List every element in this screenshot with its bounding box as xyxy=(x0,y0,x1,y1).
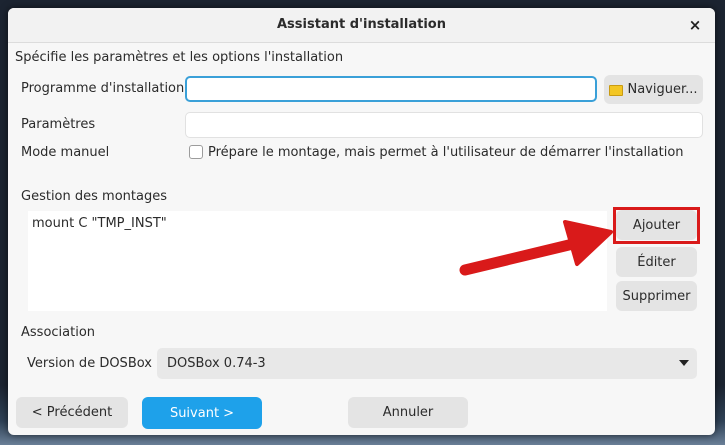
folder-icon xyxy=(609,85,624,96)
browse-button[interactable]: Naviguer... xyxy=(604,75,703,104)
next-button[interactable]: Suivant > xyxy=(142,397,262,429)
close-icon[interactable]: × xyxy=(685,15,705,35)
dialog-title: Assistant d'installation xyxy=(277,17,446,32)
dialog-subtitle: Spécifie les paramètres et les options l… xyxy=(15,50,344,65)
installation-assistant-dialog: Assistant d'installation × Spécifie les … xyxy=(8,8,715,435)
cancel-button-label: Annuler xyxy=(382,405,434,420)
title-bar: Assistant d'installation × xyxy=(8,8,715,43)
manual-mode-description[interactable]: Prépare le montage, mais permet à l'util… xyxy=(208,145,684,160)
cancel-button[interactable]: Annuler xyxy=(348,397,468,428)
manual-mode-checkbox[interactable] xyxy=(189,145,203,159)
next-button-label: Suivant > xyxy=(169,405,235,421)
manual-mode-label: Mode manuel xyxy=(21,145,110,160)
previous-button[interactable]: < Précédent xyxy=(16,397,128,428)
installer-label: Programme d'installation xyxy=(21,81,185,96)
dosbox-version-value: DOSBox 0.74-3 xyxy=(167,356,266,371)
browse-button-label: Naviguer... xyxy=(627,82,698,97)
mounts-section-label: Gestion des montages xyxy=(21,189,167,204)
annotation-highlight-box xyxy=(613,207,700,244)
dosbox-version-select[interactable]: DOSBox 0.74-3 xyxy=(157,348,697,379)
installer-input[interactable] xyxy=(185,76,597,102)
delete-mount-button-label: Supprimer xyxy=(622,288,691,304)
edit-mount-button[interactable]: Éditer xyxy=(616,247,697,277)
delete-mount-button[interactable]: Supprimer xyxy=(616,281,697,311)
parameters-input[interactable] xyxy=(185,112,703,138)
list-item[interactable]: mount C "TMP_INST" xyxy=(32,216,167,231)
previous-button-label: < Précédent xyxy=(31,405,113,420)
association-section-label: Association xyxy=(21,325,96,340)
dosbox-version-label: Version de DOSBox xyxy=(27,356,152,371)
annotation-arrow-icon xyxy=(459,220,613,276)
dropdown-arrow-icon xyxy=(679,360,689,366)
parameters-label: Paramètres xyxy=(21,117,96,132)
edit-mount-button-label: Éditer xyxy=(637,254,676,270)
